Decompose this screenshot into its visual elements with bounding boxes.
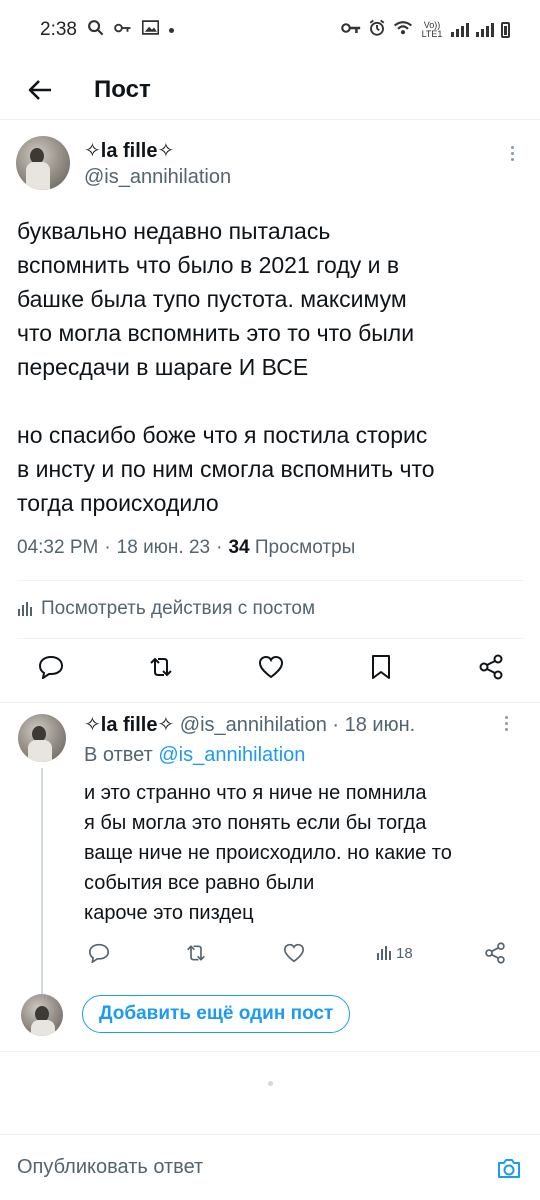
divider: [0, 1051, 540, 1052]
main-post: ✧la fille✧ @is_annihilation буквально не…: [0, 120, 540, 680]
post-activity-link[interactable]: Посмотреть действия с постом: [17, 598, 315, 620]
analytics-icon: [376, 946, 391, 960]
analytics-icon: [18, 602, 32, 616]
page-title: Пост: [94, 75, 151, 103]
camera-icon[interactable]: [494, 1153, 524, 1183]
views-count: 18: [395, 944, 413, 962]
reply-to: В ответ @is_annihilation: [84, 740, 524, 770]
status-bar: 2:38 Vo)) LTE1: [0, 0, 540, 60]
network-label: Vo)) LTE1: [421, 20, 443, 39]
more-options-icon[interactable]: [502, 146, 522, 161]
post-metadata: 04:32 PM · 18 июн. 23 · 34 Просмотры: [17, 537, 355, 559]
page-indicator-dot: [268, 1081, 273, 1086]
post-time[interactable]: 04:32 PM: [17, 537, 98, 559]
avatar[interactable]: [18, 714, 66, 762]
reply-input[interactable]: [17, 1156, 494, 1179]
user-handle[interactable]: @is_annihilation: [180, 714, 327, 736]
status-time: 2:38: [40, 19, 77, 40]
user-handle[interactable]: @is_annihilation: [84, 164, 231, 190]
reply-date[interactable]: · 18 июн.: [332, 714, 415, 736]
reply-to-label: В ответ: [84, 744, 153, 766]
meta-separator: ·: [104, 537, 111, 558]
back-button[interactable]: [0, 60, 80, 120]
repost-icon[interactable]: [181, 938, 211, 968]
display-name[interactable]: ✧la fille✧: [84, 714, 174, 736]
vpn-key-icon: [341, 21, 361, 39]
wifi-icon: [393, 20, 413, 41]
battery-icon: [501, 22, 510, 38]
mention-link[interactable]: @is_annihilation: [158, 744, 305, 766]
reply-icon[interactable]: [36, 652, 66, 682]
add-post-button[interactable]: Добавить ещё один пост: [82, 995, 351, 1033]
share-icon[interactable]: [476, 652, 506, 682]
thread-line: [41, 768, 43, 1030]
signal-icon: [451, 23, 469, 37]
signal-2-icon: [476, 23, 494, 37]
alarm-icon: [368, 19, 386, 42]
repost-icon[interactable]: [146, 652, 176, 682]
reply-text: и это странно что я ниче не помнила я бы…: [84, 782, 452, 924]
like-icon[interactable]: [279, 938, 309, 968]
views-label: Просмотры: [254, 537, 356, 558]
post-text: буквально недавно пыталась вспомнить что…: [17, 218, 435, 516]
share-icon[interactable]: [480, 938, 510, 968]
gallery-icon: [141, 20, 160, 40]
divider: [17, 580, 523, 581]
reply-header: ✧la fille✧ @is_annihilation · 18 июн.: [84, 712, 524, 738]
avatar[interactable]: [16, 136, 70, 190]
views-count: 34: [228, 537, 250, 558]
reply-composer: [0, 1134, 540, 1200]
notification-dot-icon: [168, 27, 174, 33]
display-name[interactable]: ✧la fille✧: [84, 138, 231, 164]
reply-actions: 18: [84, 938, 510, 968]
bookmark-icon[interactable]: [366, 652, 396, 682]
meta-separator: ·: [216, 537, 223, 558]
views-button[interactable]: 18: [376, 945, 413, 962]
views[interactable]: 34 Просмотры: [228, 537, 355, 559]
add-post-row: Добавить ещё один пост: [0, 992, 540, 1042]
arrow-left-icon: [28, 79, 51, 100]
reply-icon[interactable]: [84, 938, 114, 968]
divider: [17, 638, 523, 639]
search-icon: [87, 19, 104, 41]
post-date[interactable]: 18 июн. 23: [117, 537, 210, 559]
top-bar: Пост: [0, 60, 540, 120]
like-icon[interactable]: [256, 652, 286, 682]
avatar: [21, 994, 63, 1036]
key-icon: [114, 21, 132, 39]
activity-label: Посмотреть действия с постом: [41, 598, 316, 619]
divider: [0, 702, 540, 703]
post-actions: [36, 652, 506, 682]
